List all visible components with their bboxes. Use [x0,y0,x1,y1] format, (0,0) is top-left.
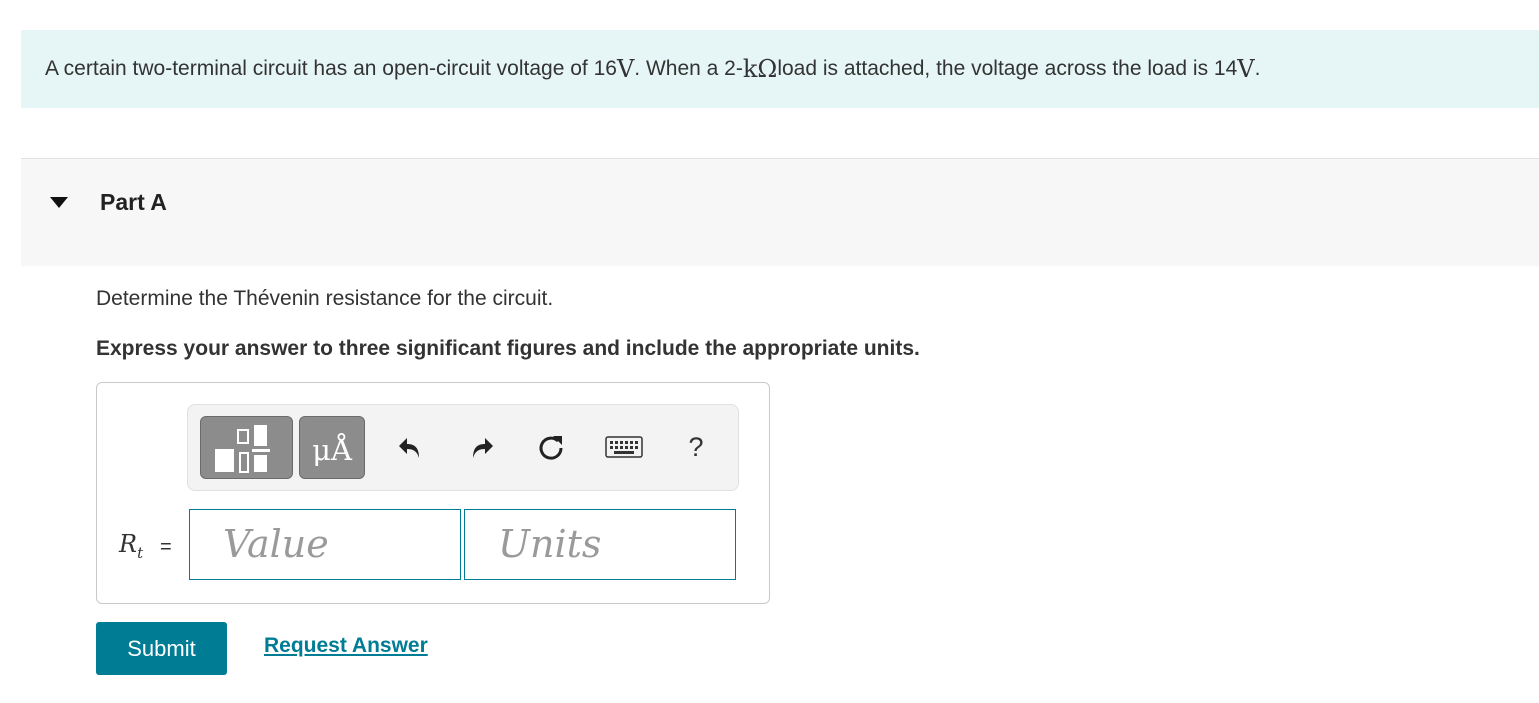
variable-subscript: t [137,543,144,562]
help-button[interactable]: ? [676,427,716,467]
templates-icon [215,425,270,473]
part-title: Part A [100,189,167,215]
units-icon: μÅ [312,433,352,467]
help-icon: ? [688,431,704,462]
units-input[interactable]: Units [464,509,736,580]
reset-icon [539,436,563,460]
reset-button[interactable] [531,427,571,467]
problem-text-2: . When a 2- [634,57,743,80]
answer-box: μÅ ? Rt = Value Units [96,382,770,604]
collapse-caret-icon[interactable] [50,197,68,208]
part-a-header[interactable]: Part A [21,158,1539,266]
keyboard-button[interactable] [604,427,644,467]
unit-kiloohm: kΩ [742,55,778,83]
units-button[interactable]: μÅ [299,416,365,479]
problem-text-3: load is attached, the voltage across the… [777,57,1238,80]
redo-button[interactable] [461,427,501,467]
answer-variable-label: Rt [119,530,143,562]
undo-button[interactable] [391,427,431,467]
question-text: Determine the Thévenin resistance for th… [96,287,554,310]
value-input[interactable]: Value [189,509,461,580]
equals-sign: = [160,536,172,558]
unit-volts-1: V [616,55,635,83]
problem-text-1: A certain two-terminal circuit has an op… [45,57,617,80]
undo-icon [399,438,419,458]
request-answer-link[interactable]: Request Answer [264,634,428,658]
answer-instruction: Express your answer to three significant… [96,337,920,360]
math-toolbar: μÅ ? [187,404,739,491]
problem-text-4: . [1254,57,1261,80]
templates-button[interactable] [200,416,293,479]
submit-button[interactable]: Submit [96,622,227,675]
problem-statement: A certain two-terminal circuit has an op… [21,30,1539,108]
keyboard-icon [605,436,643,458]
variable-symbol: R [119,530,138,558]
redo-icon [473,438,493,458]
unit-volts-2: V [1237,55,1255,83]
